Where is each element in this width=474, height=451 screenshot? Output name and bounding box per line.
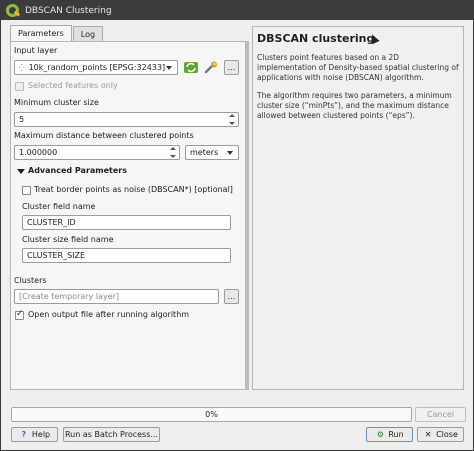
cluster-field-value: CLUSTER_ID: [27, 218, 76, 227]
help-icon: ?: [21, 430, 27, 439]
run-batch-button[interactable]: Run as Batch Process...: [63, 427, 160, 442]
max-distance-value: 1.000000: [19, 148, 58, 157]
advanced-parameters-header[interactable]: Advanced Parameters: [28, 166, 127, 175]
min-cluster-label: Minimum cluster size: [14, 98, 99, 107]
tab-bar: Parameters Log: [10, 25, 104, 41]
selected-features-label: Selected features only: [28, 81, 118, 90]
progress-bar: 0%: [11, 407, 412, 422]
max-distance-label: Maximum distance between clustered point…: [14, 131, 194, 140]
progress-text: 0%: [205, 410, 218, 419]
tab-log[interactable]: Log: [72, 26, 104, 41]
input-layer-select[interactable]: ⁛ 10k_random_points [EPSG:32433]: [14, 60, 178, 75]
open-output-checkbox[interactable]: [15, 309, 24, 320]
point-layer-icon: ⁛: [19, 63, 25, 72]
cluster-field-input[interactable]: CLUSTER_ID: [22, 215, 231, 230]
run-icon: ⚙: [376, 430, 384, 439]
cluster-size-field-input[interactable]: CLUSTER_SIZE: [22, 248, 231, 263]
help-paragraph-2: The algorithm requires two parameters, a…: [257, 91, 452, 120]
close-icon: ✕: [424, 430, 432, 439]
cancel-button[interactable]: Cancel: [415, 407, 466, 422]
clusters-label: Clusters: [14, 276, 47, 285]
tab-parameters[interactable]: Parameters: [10, 25, 72, 41]
cluster-size-field-value: CLUSTER_SIZE: [27, 251, 86, 260]
parameters-scrollbar[interactable]: [246, 41, 249, 390]
min-cluster-input[interactable]: 5: [14, 112, 239, 127]
selected-features-checkbox[interactable]: [15, 82, 24, 91]
close-button-label: Close: [436, 430, 458, 439]
border-noise-checkbox[interactable]: [22, 186, 31, 195]
collapse-arrow-icon[interactable]: [17, 169, 25, 174]
clusters-browse-button[interactable]: ...: [224, 289, 239, 304]
border-noise-label: Treat border points as noise (DBSCAN*) […: [34, 185, 233, 194]
title-bar[interactable]: DBSCAN Clustering: [1, 1, 473, 20]
stepper-down-icon[interactable]: [229, 122, 235, 125]
clusters-output-placeholder: [Create temporary layer]: [19, 292, 120, 301]
wrench-icon[interactable]: [203, 60, 219, 75]
help-title: DBSCAN clustering: [257, 32, 375, 45]
min-cluster-value: 5: [19, 115, 25, 124]
close-button[interactable]: ✕ Close: [417, 427, 464, 442]
stepper-up-icon[interactable]: [229, 114, 235, 117]
max-distance-input[interactable]: 1.000000: [14, 145, 180, 160]
iterate-icon[interactable]: [183, 60, 199, 75]
max-distance-stepper[interactable]: [168, 147, 178, 158]
help-paragraph-1: Clusters point features based on a 2D im…: [257, 53, 459, 82]
run-button-label: Run: [388, 430, 404, 439]
stepper-down-icon[interactable]: [170, 155, 176, 158]
qgis-logo-icon: [6, 4, 19, 17]
open-output-label: Open output file after running algorithm: [28, 310, 190, 319]
input-layer-browse-button[interactable]: ...: [224, 60, 239, 75]
dialog-window: DBSCAN Clustering Parameters Log Input l…: [0, 0, 474, 451]
cluster-size-field-label: Cluster size field name: [22, 235, 114, 244]
clusters-output-input[interactable]: [Create temporary layer]: [14, 289, 219, 304]
help-button-label: Help: [31, 430, 51, 439]
min-cluster-stepper[interactable]: [227, 114, 237, 125]
run-button[interactable]: ⚙ Run: [366, 427, 413, 442]
distance-unit-value: meters: [190, 148, 219, 157]
help-pane: DBSCAN clustering Clusters point feature…: [252, 26, 464, 390]
cluster-field-label: Cluster field name: [22, 202, 96, 211]
stepper-up-icon[interactable]: [170, 147, 176, 150]
window-title: DBSCAN Clustering: [25, 5, 112, 16]
input-layer-label: Input layer: [14, 46, 58, 55]
input-layer-value: 10k_random_points [EPSG:32433]: [28, 63, 166, 72]
distance-unit-select[interactable]: meters: [185, 145, 239, 160]
help-button[interactable]: ? Help: [11, 427, 58, 442]
